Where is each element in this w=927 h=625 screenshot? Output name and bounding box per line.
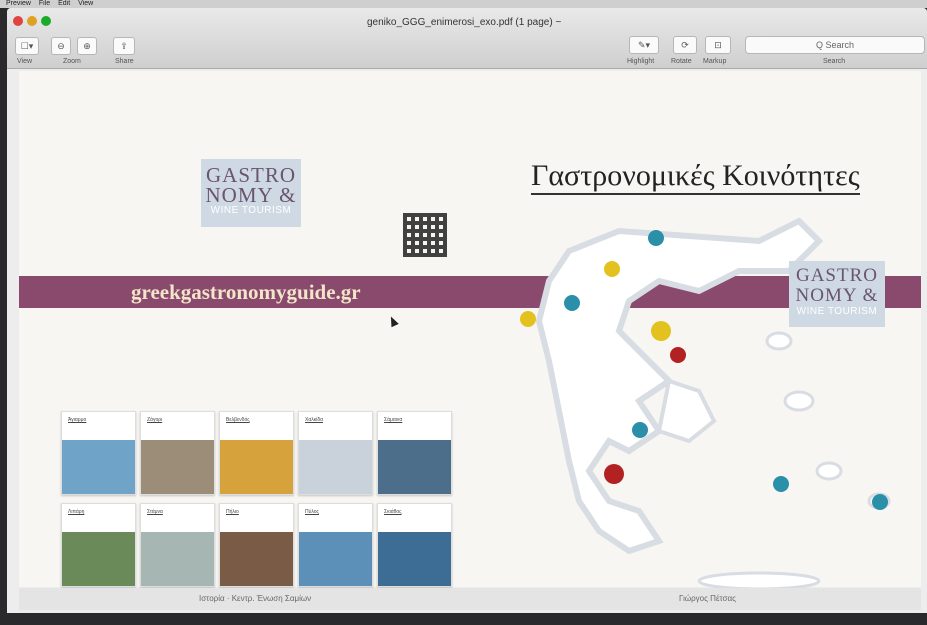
map-title: Γαστρονομικές Κοινότητες bbox=[531, 159, 860, 195]
menu-file[interactable]: File bbox=[39, 0, 50, 7]
rotate-label: Rotate bbox=[671, 58, 692, 65]
community-card[interactable]: Πύλος bbox=[298, 503, 373, 587]
map-pin[interactable] bbox=[670, 347, 686, 363]
community-card[interactable]: Χαλκίδα bbox=[298, 411, 373, 495]
highlight-button[interactable]: ✎▾ bbox=[629, 36, 659, 54]
community-card[interactable]: Άγιαρμο bbox=[61, 411, 136, 495]
toolbox-icon: ⊡ bbox=[714, 40, 722, 50]
zoom-in-icon: ⊕ bbox=[83, 41, 91, 51]
search-input[interactable]: Q Search bbox=[745, 36, 925, 54]
menu-view[interactable]: View bbox=[78, 0, 93, 7]
menu-app[interactable]: Preview bbox=[6, 0, 31, 7]
card-photo bbox=[141, 532, 214, 586]
share-button[interactable]: ⇪ bbox=[113, 37, 135, 55]
qr-code bbox=[403, 213, 447, 257]
share-label: Share bbox=[115, 58, 134, 65]
map-pin[interactable] bbox=[520, 311, 536, 327]
map-pin[interactable] bbox=[604, 464, 624, 484]
map-pin[interactable] bbox=[648, 230, 664, 246]
zoom-label: Zoom bbox=[63, 58, 81, 65]
map-pin[interactable] bbox=[773, 476, 789, 492]
community-card[interactable]: Πήλιο bbox=[219, 503, 294, 587]
status-bar: Ιστορία · Κεντρ. Ένωση Σαμίων Γιώργος Πέ… bbox=[19, 588, 921, 610]
markup-label: Markup bbox=[703, 58, 727, 65]
community-card[interactable]: Στάμνα bbox=[140, 503, 215, 587]
card-photo bbox=[141, 440, 214, 494]
preview-window: geniko_GGG_enimerosi_exo.pdf (1 page) ~ … bbox=[7, 8, 927, 613]
zoom-window-button[interactable] bbox=[41, 16, 51, 26]
gastronomy-logo: GASTRO NOMY & WINE TOURISM bbox=[201, 159, 301, 227]
search-label: Search bbox=[823, 58, 846, 65]
highlight-label: Highlight bbox=[627, 58, 655, 65]
mouse-cursor bbox=[387, 314, 399, 328]
zoom-out-icon: ⊖ bbox=[57, 41, 65, 51]
pen-icon: ✎▾ bbox=[637, 40, 651, 50]
map-pin[interactable] bbox=[604, 261, 620, 277]
card-photo bbox=[62, 532, 135, 586]
title-bar: geniko_GGG_enimerosi_exo.pdf (1 page) ~ … bbox=[7, 8, 927, 69]
card-photo bbox=[220, 440, 293, 494]
card-photo bbox=[299, 440, 372, 494]
community-card[interactable]: Σκιάθος bbox=[377, 503, 452, 587]
sidebar-icon: ☐▾ bbox=[20, 41, 34, 51]
card-photo bbox=[299, 532, 372, 586]
card-photo bbox=[378, 440, 451, 494]
rotate-icon: ⟳ bbox=[681, 40, 689, 50]
minimize-button[interactable] bbox=[27, 16, 37, 26]
share-icon: ⇪ bbox=[120, 41, 128, 51]
zoom-out-button[interactable]: ⊖ bbox=[51, 37, 71, 55]
community-card[interactable]: Ζάγορι bbox=[140, 411, 215, 495]
card-photo bbox=[220, 532, 293, 586]
zoom-in-button[interactable]: ⊕ bbox=[77, 37, 97, 55]
menu-bar: Preview File Edit View bbox=[0, 0, 927, 8]
community-card[interactable]: Βελβενδός bbox=[219, 411, 294, 495]
community-card[interactable]: Σάμαινα bbox=[377, 411, 452, 495]
view-label: View bbox=[17, 58, 33, 65]
card-photo bbox=[378, 532, 451, 586]
status-right: Γιώργος Πέτσας bbox=[679, 594, 736, 603]
pdf-page[interactable]: GASTRO NOMY & WINE TOURISM greekgastrono… bbox=[19, 71, 921, 591]
community-card[interactable]: Λιπάρη bbox=[61, 503, 136, 587]
status-left: Ιστορία · Κεντρ. Ένωση Σαμίων bbox=[199, 594, 312, 603]
rotate-button[interactable]: ⟳ bbox=[673, 36, 697, 54]
website-url: greekgastronomyguide.gr bbox=[131, 280, 361, 304]
map-pin[interactable] bbox=[564, 295, 580, 311]
menu-edit[interactable]: Edit bbox=[58, 0, 70, 7]
map-pin[interactable] bbox=[651, 321, 671, 341]
sidebar-view-button[interactable]: ☐▾ bbox=[15, 37, 39, 55]
window-title[interactable]: geniko_GGG_enimerosi_exo.pdf (1 page) ~ bbox=[367, 17, 561, 28]
map-pin[interactable] bbox=[632, 422, 648, 438]
markup-button[interactable]: ⊡ bbox=[705, 36, 731, 54]
close-button[interactable] bbox=[13, 16, 23, 26]
card-photo bbox=[62, 440, 135, 494]
gastronomy-logo-small: GASTRO NOMY & WINE TOURISM bbox=[789, 261, 885, 327]
map-pin[interactable] bbox=[872, 494, 888, 510]
